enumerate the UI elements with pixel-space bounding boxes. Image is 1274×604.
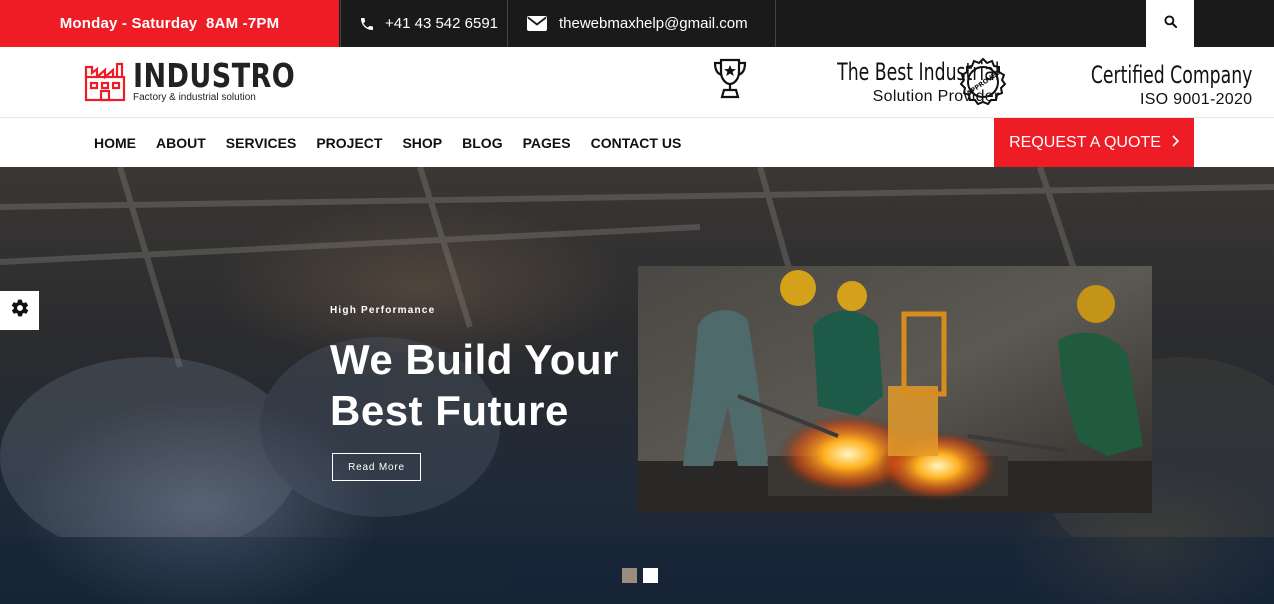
hero-headline-line: Best Future	[330, 387, 569, 434]
site-header: INDUSTRO Factory & industrial solution T…	[0, 47, 1274, 118]
award-certified: APPROVED Certified Company ISO 9001-2020	[958, 57, 1252, 112]
factory-logo-icon	[83, 59, 127, 108]
hero-headline-line: We Build Your	[330, 336, 619, 383]
main-nav: HOME ABOUT SERVICES PROJECT SHOP BLOG PA…	[0, 118, 1274, 167]
email-contact[interactable]: thewebmaxhelp@gmail.com	[509, 0, 776, 47]
gear-icon	[10, 298, 30, 323]
top-bar: Monday - Saturday 8AM -7PM +41 43 542 65…	[0, 0, 1274, 47]
phone-icon	[359, 16, 375, 32]
award-title: Certified Company	[1090, 60, 1253, 89]
settings-button[interactable]	[0, 291, 39, 330]
search-button[interactable]	[1146, 0, 1194, 47]
hero-slider: High Performance We Build Your Best Futu…	[0, 167, 1274, 604]
approved-seal-icon: APPROVED	[958, 57, 1008, 112]
phone-number[interactable]: +41 43 542 6591	[385, 15, 498, 32]
slider-dot-active[interactable]	[643, 568, 658, 583]
business-hours-text: Monday - Saturday 8AM -7PM	[59, 15, 280, 32]
nav-item-shop[interactable]: SHOP	[402, 135, 442, 151]
nav-item-about[interactable]: ABOUT	[156, 135, 206, 151]
nav-item-blog[interactable]: BLOG	[462, 135, 502, 151]
nav-item-services[interactable]: SERVICES	[226, 135, 297, 151]
envelope-icon	[527, 16, 547, 31]
read-more-label: Read More	[348, 461, 405, 473]
request-quote-label: REQUEST A QUOTE	[1009, 133, 1161, 151]
request-quote-button[interactable]: REQUEST A QUOTE	[994, 118, 1194, 167]
search-icon	[1163, 15, 1177, 32]
business-hours: Monday - Saturday 8AM -7PM	[0, 0, 339, 47]
slider-dot[interactable]	[622, 568, 637, 583]
hero-eyebrow: High Performance	[330, 305, 436, 316]
slider-pagination	[622, 568, 658, 583]
chevron-right-icon	[1171, 134, 1180, 152]
phone-contact[interactable]: +41 43 542 6591	[340, 0, 508, 47]
nav-menu: HOME ABOUT SERVICES PROJECT SHOP BLOG PA…	[94, 118, 681, 167]
logo-name: INDUSTRO	[133, 56, 296, 95]
site-logo[interactable]: INDUSTRO Factory & industrial solution	[83, 59, 331, 108]
email-address[interactable]: thewebmaxhelp@gmail.com	[559, 15, 748, 32]
nav-item-contact[interactable]: CONTACT US	[591, 135, 682, 151]
award-best-industrial: The Best Industrial Solution Provider	[712, 57, 1000, 106]
nav-item-pages[interactable]: PAGES	[523, 135, 571, 151]
hero-foundry-photo	[638, 266, 1152, 513]
read-more-button[interactable]: Read More	[332, 453, 421, 481]
hero-headline: We Build Your Best Future	[330, 334, 619, 436]
award-subtitle: ISO 9001-2020	[1139, 90, 1253, 108]
nav-item-home[interactable]: HOME	[94, 135, 136, 151]
nav-item-project[interactable]: PROJECT	[316, 135, 382, 151]
trophy-icon	[712, 57, 748, 106]
